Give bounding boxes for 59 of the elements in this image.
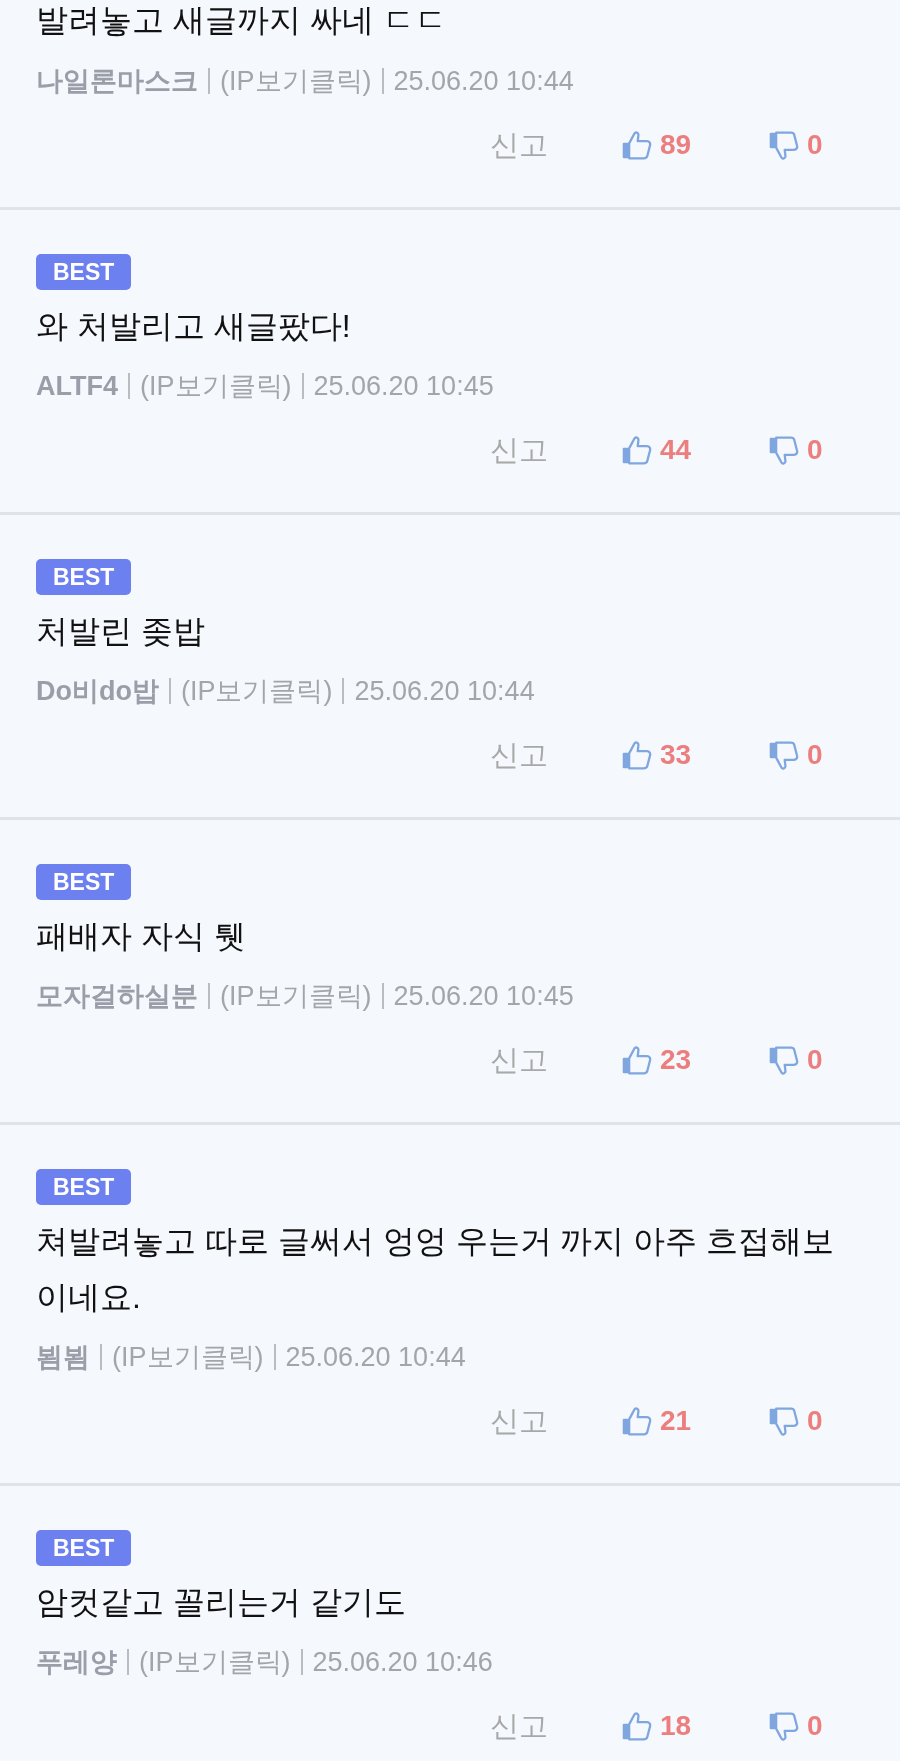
dislike-button[interactable]: 0 [769, 432, 823, 468]
best-badge: BEST [36, 254, 132, 290]
thumbs-down-icon [769, 740, 799, 770]
thumbs-up-icon [622, 1406, 652, 1436]
post-time: 25.06.20 10:45 [313, 370, 494, 402]
best-badge: BEST [36, 1169, 132, 1205]
post-time: 25.06.20 10:44 [354, 675, 535, 707]
thumbs-down-icon [769, 1045, 799, 1075]
author-name[interactable]: ALTF4 [36, 370, 118, 402]
ip-link[interactable]: (IP보기클릭) [112, 1339, 264, 1375]
like-button[interactable]: 44 [622, 432, 692, 468]
author-name[interactable]: 뵘뵘 [36, 1339, 90, 1375]
author-name[interactable]: 나일론마스크 [36, 63, 198, 99]
report-button[interactable]: 신고 [490, 1403, 548, 1439]
post-time: 25.06.20 10:46 [312, 1646, 493, 1678]
post-time: 25.06.20 10:44 [393, 65, 574, 97]
best-badge: BEST [36, 864, 132, 900]
ip-link[interactable]: (IP보기클릭) [220, 63, 372, 99]
thumbs-down-icon [769, 1406, 799, 1436]
dislike-button[interactable]: 0 [769, 1403, 823, 1439]
like-button[interactable]: 21 [622, 1403, 692, 1439]
comment-text: 패배자 자식 퉷 [36, 917, 247, 956]
comment-text: 암컷같고 꼴리는거 같기도 [36, 1583, 407, 1622]
comment-text: 발려놓고 새글까지 싸네 ㄷㄷ [36, 1, 448, 40]
post-time: 25.06.20 10:44 [285, 1341, 466, 1373]
report-button[interactable]: 신고 [490, 1042, 548, 1078]
dislike-button[interactable]: 0 [769, 737, 823, 773]
best-badge: BEST [36, 559, 132, 595]
report-button[interactable]: 신고 [490, 1708, 548, 1744]
ip-link[interactable]: (IP보기클릭) [139, 1644, 291, 1680]
ip-link[interactable]: (IP보기클릭) [220, 978, 372, 1014]
author-name[interactable]: 푸레양 [36, 1644, 117, 1680]
thumbs-up-icon [622, 435, 652, 465]
ip-link[interactable]: (IP보기클릭) [181, 673, 333, 709]
like-button[interactable]: 23 [622, 1042, 692, 1078]
author-name[interactable]: Do비do밥 [36, 673, 159, 709]
report-button[interactable]: 신고 [490, 127, 548, 163]
like-button[interactable]: 33 [622, 737, 692, 773]
thumbs-down-icon [769, 1711, 799, 1741]
dislike-button[interactable]: 0 [769, 127, 823, 163]
like-button[interactable]: 18 [622, 1708, 692, 1744]
dislike-button[interactable]: 0 [769, 1042, 823, 1078]
like-button[interactable]: 89 [622, 127, 692, 163]
comment-text: 처발린 좆밥 [36, 612, 206, 651]
post-time: 25.06.20 10:45 [393, 980, 574, 1012]
dislike-button[interactable]: 0 [769, 1708, 823, 1744]
author-name[interactable]: 모자걸하실분 [36, 978, 198, 1014]
thumbs-down-icon [769, 435, 799, 465]
thumbs-up-icon [622, 130, 652, 160]
thumbs-up-icon [622, 1045, 652, 1075]
comment-text: 와 처발리고 새글팠다! [36, 307, 352, 346]
thumbs-down-icon [769, 130, 799, 160]
thumbs-up-icon [622, 1711, 652, 1741]
comment-text: 쳐발려놓고 따로 글써서 엉엉 우는거 까지 아주 흐접해보이네요. [36, 1222, 836, 1317]
ip-link[interactable]: (IP보기클릭) [140, 368, 292, 404]
thumbs-up-icon [622, 740, 652, 770]
report-button[interactable]: 신고 [490, 737, 548, 773]
best-badge: BEST [36, 1530, 132, 1566]
report-button[interactable]: 신고 [490, 432, 548, 468]
